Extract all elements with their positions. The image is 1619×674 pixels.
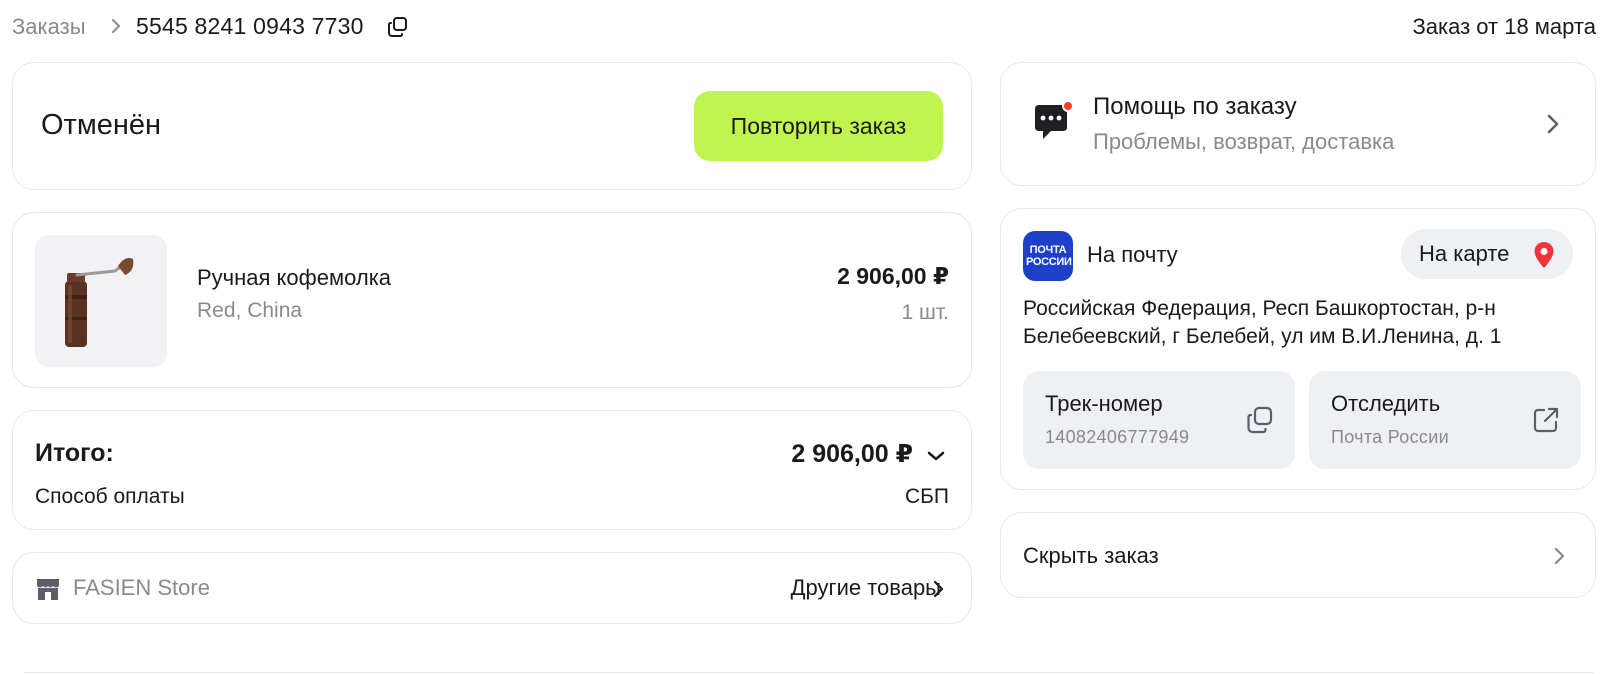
order-number: 5545 8241 0943 7730: [136, 13, 364, 39]
payment-method-label: Способ оплаты: [35, 485, 185, 508]
order-total-card: Итого: 2 906,00 ₽ Способ оплаты СБП: [12, 410, 972, 530]
show-on-map-button[interactable]: На карте: [1401, 229, 1573, 279]
chevron-right-icon: [112, 19, 120, 33]
order-help-card[interactable]: Помощь по заказу Проблемы, возврат, дост…: [1000, 62, 1596, 186]
top-bar: Заказы 5545 8241 0943 7730 Заказ от 18 м…: [12, 10, 1608, 44]
chat-support-icon: [1035, 101, 1073, 139]
hide-order-label: Скрыть заказ: [1023, 543, 1159, 568]
help-subtitle: Проблемы, возврат, доставка: [1093, 129, 1395, 154]
order-date: Заказ от 18 марта: [1412, 14, 1596, 39]
hide-order-card[interactable]: Скрыть заказ: [1000, 512, 1596, 598]
order-status-card: Отменён Повторить заказ: [12, 62, 972, 190]
product-name[interactable]: Ручная кофемолка: [197, 265, 391, 291]
delivery-card: ПОЧТА РОССИИ На почту На карте Российска…: [1000, 208, 1596, 490]
product-price: 2 906,00 ₽: [837, 263, 949, 289]
order-status: Отменён: [41, 109, 162, 141]
coffee-grinder-image: [65, 257, 134, 347]
delivery-method: На почту: [1087, 242, 1178, 267]
product-quantity: 1 шт.: [901, 301, 950, 324]
total-value[interactable]: 2 906,00 ₽: [791, 439, 913, 469]
total-label: Итого:: [35, 439, 114, 467]
store-name[interactable]: FASIEN Store: [73, 575, 210, 601]
payment-method-value: СБП: [904, 485, 949, 508]
product-image[interactable]: [35, 235, 167, 367]
map-pin-icon: [1534, 242, 1554, 268]
divider: [24, 672, 1594, 673]
external-link-icon: [1533, 407, 1559, 433]
track-number-title: Трек-номер: [1045, 391, 1163, 416]
russian-post-logo: ПОЧТА РОССИИ: [1023, 231, 1073, 281]
store-card[interactable]: FASIEN Store Другие товары: [12, 552, 972, 624]
chevron-right-icon: [1554, 547, 1565, 565]
store-icon: [37, 579, 59, 600]
track-shipment-title: Отследить: [1331, 391, 1441, 416]
russian-post-logo-text: ПОЧТА РОССИИ: [1026, 244, 1072, 268]
breadcrumb-orders-link[interactable]: Заказы: [12, 14, 86, 40]
delivery-address: Российская Федерация, Респ Башкортостан,…: [1023, 295, 1579, 351]
address-line-2: Белебеевский, г Белебей, ул им В.И.Ленин…: [1023, 325, 1502, 348]
track-number-tile[interactable]: Трек-номер 14082406777949: [1023, 371, 1295, 469]
order-item-card[interactable]: Ручная кофемолка Red, China 2 906,00 ₽ 1…: [12, 212, 972, 388]
address-line-1: Российская Федерация, Респ Башкортостан,…: [1023, 297, 1496, 320]
copy-icon[interactable]: [386, 15, 410, 39]
repeat-order-button[interactable]: Повторить заказ: [694, 91, 943, 161]
chevron-down-icon[interactable]: [923, 443, 949, 469]
track-number-value: 14082406777949: [1045, 427, 1190, 447]
chevron-right-icon: [1547, 114, 1559, 134]
track-shipment-tile[interactable]: Отследить Почта России: [1309, 371, 1581, 469]
track-shipment-carrier: Почта России: [1331, 427, 1449, 447]
help-title: Помощь по заказу: [1093, 93, 1297, 120]
show-on-map-label: На карте: [1419, 241, 1510, 266]
chevron-right-icon: [933, 580, 944, 598]
other-products-link[interactable]: Другие товары: [791, 575, 941, 601]
product-variant: Red, China: [197, 299, 303, 322]
copy-icon[interactable]: [1245, 405, 1275, 435]
